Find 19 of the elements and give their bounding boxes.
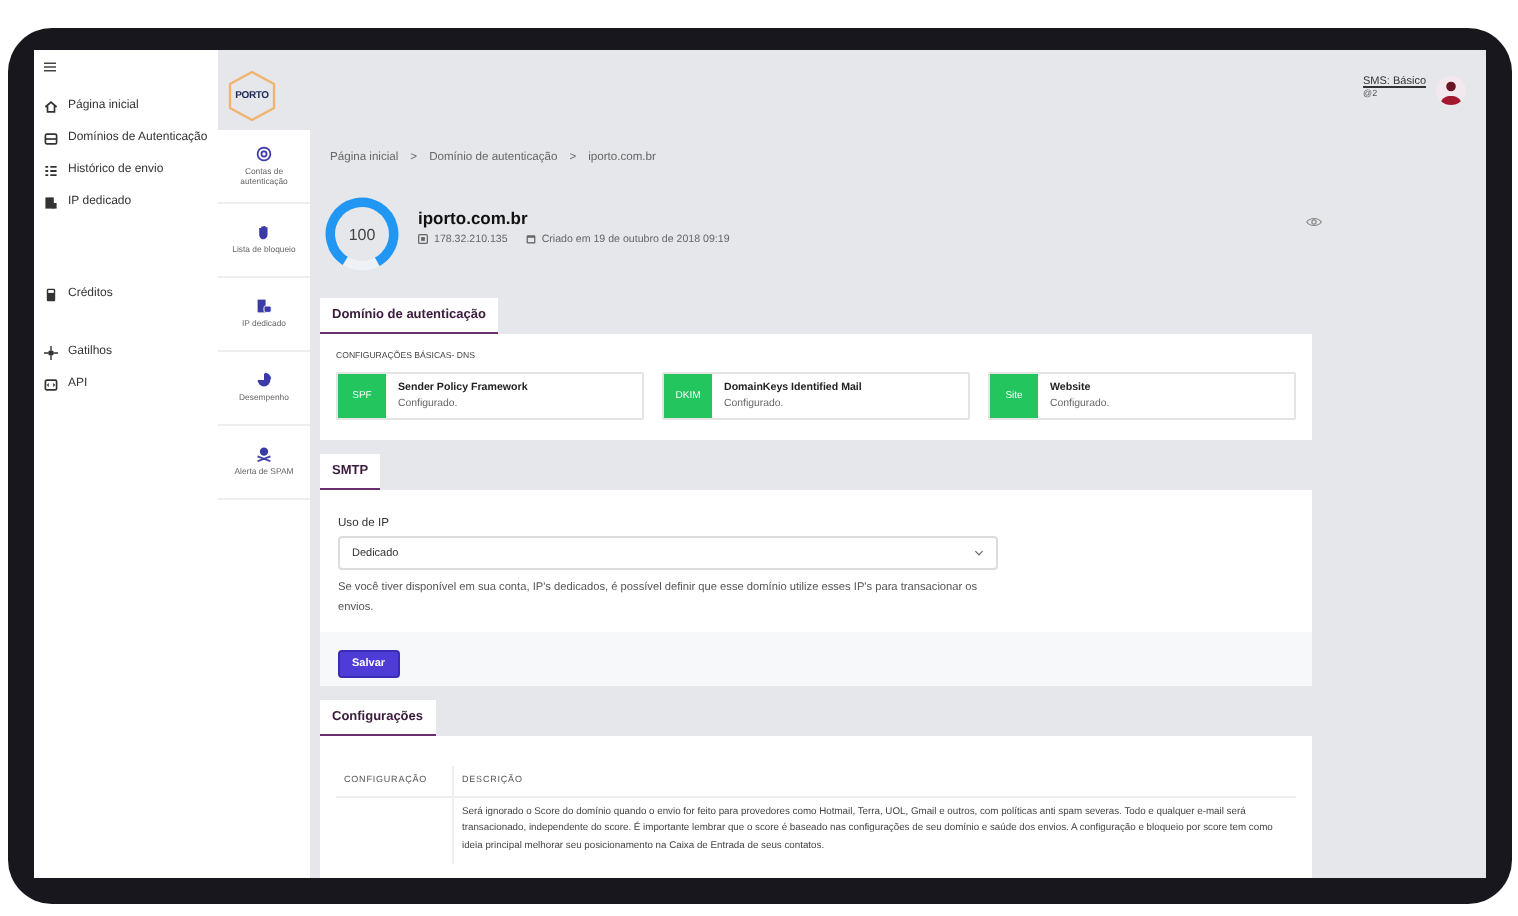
crosshair-icon [44,345,58,359]
server-icon [256,298,272,315]
server-icon [44,195,58,209]
chevron-down-icon [974,550,984,556]
calendar-icon [525,234,536,244]
house-icon [44,99,58,113]
avatar-icon[interactable] [1436,76,1466,106]
menu-icon[interactable] [44,62,56,72]
pie-chart-icon [256,372,272,389]
skull-icon [256,446,272,463]
calculator-icon [44,287,58,301]
at-sign-icon [256,145,272,162]
list-icon [44,163,58,177]
domain-title: iporto.com.br [418,207,530,227]
chip-icon [418,234,428,244]
list-box-icon [44,131,58,145]
eye-icon[interactable] [1306,216,1322,228]
score-gauge: 100 [324,196,400,272]
code-box-icon [44,377,58,391]
